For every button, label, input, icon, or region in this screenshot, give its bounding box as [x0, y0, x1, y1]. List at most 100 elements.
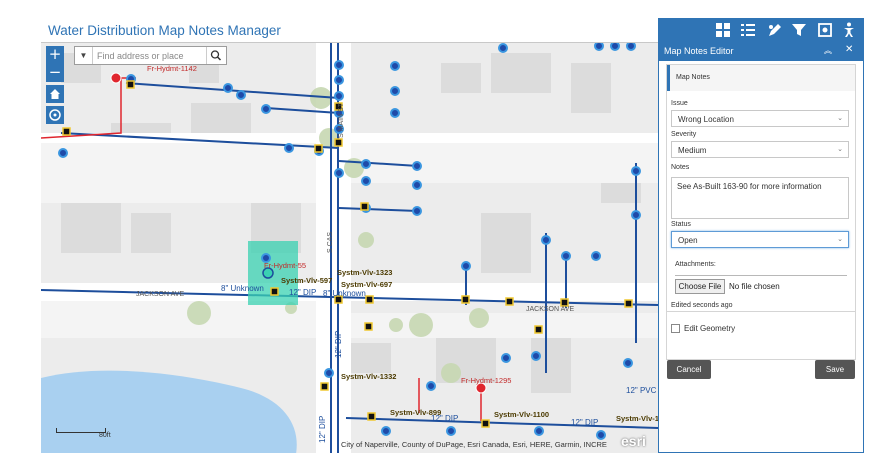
home-button[interactable]	[46, 85, 64, 103]
system-valve[interactable]	[367, 412, 376, 421]
valve[interactable]	[596, 430, 606, 440]
label-hydrant: Fr-Hydmt-1295	[461, 376, 511, 385]
valve[interactable]	[591, 251, 601, 261]
label-pipe: 12" DIP	[289, 288, 316, 297]
notes-textarea[interactable]: See As-Built 163-90 for more information	[671, 177, 849, 219]
system-valve[interactable]	[320, 382, 329, 391]
accessibility-icon[interactable]	[840, 21, 858, 39]
system-valve[interactable]	[461, 295, 470, 304]
valve[interactable]	[236, 90, 246, 100]
hydrant[interactable]	[110, 72, 122, 84]
list-icon[interactable]	[739, 21, 757, 39]
label-street: S MAIN ST	[338, 102, 345, 138]
building	[531, 333, 571, 393]
valve[interactable]	[334, 60, 344, 70]
filter-icon[interactable]	[790, 21, 808, 39]
system-valve[interactable]	[364, 322, 373, 331]
city-block	[41, 143, 316, 203]
map-notes-editor-panel: Map Notes Editor ︽ ✕ Map Notes Issue Wro…	[658, 42, 864, 453]
building	[131, 213, 171, 253]
label-pipe: 12" DIP	[334, 331, 343, 358]
system-valve[interactable]	[314, 144, 323, 153]
valve[interactable]	[381, 426, 391, 436]
valve[interactable]	[334, 91, 344, 101]
locate-icon	[49, 109, 61, 121]
label-pipe: 8" Unknown	[221, 284, 264, 293]
chevron-down-icon: ⌄	[837, 115, 843, 122]
valve[interactable]	[223, 83, 233, 93]
screenshot-icon[interactable]	[816, 21, 834, 39]
search-input[interactable]	[97, 47, 207, 64]
layout-icon[interactable]	[714, 21, 732, 39]
valve[interactable]	[534, 426, 544, 436]
valve[interactable]	[501, 353, 511, 363]
system-valve[interactable]	[334, 138, 343, 147]
tree	[358, 232, 374, 248]
system-valve[interactable]	[62, 127, 71, 136]
valve[interactable]	[498, 43, 508, 53]
valve[interactable]	[261, 104, 271, 114]
valve[interactable]	[626, 43, 636, 51]
search-source-dropdown[interactable]: ▼	[75, 47, 93, 64]
valve[interactable]	[541, 235, 551, 245]
label-valve: Systm-Vlv-10	[616, 414, 658, 423]
valve[interactable]	[324, 368, 334, 378]
locate-button[interactable]	[46, 106, 64, 124]
severity-select[interactable]: Medium ⌄	[671, 141, 849, 158]
system-valve[interactable]	[624, 299, 633, 308]
valve[interactable]	[623, 358, 633, 368]
issue-select[interactable]: Wrong Location ⌄	[671, 110, 849, 127]
valve[interactable]	[610, 43, 620, 51]
valve[interactable]	[390, 86, 400, 96]
map-view[interactable]: Fr-Hydmt-1142 Fr-Hydmt-55 Systm-Vlv-1323…	[41, 42, 658, 453]
app-title: Water Distribution Map Notes Manager	[48, 23, 281, 38]
zoom-out-button[interactable]: −	[46, 64, 64, 82]
status-value: Open	[678, 236, 698, 245]
valve[interactable]	[412, 180, 422, 190]
valve[interactable]	[631, 210, 641, 220]
valve[interactable]	[284, 143, 294, 153]
edit-geometry-checkbox[interactable]	[671, 324, 680, 333]
main-lateral	[125, 82, 340, 99]
valve[interactable]	[426, 381, 436, 391]
map-canvas[interactable]: Fr-Hydmt-1142 Fr-Hydmt-55 Systm-Vlv-1323…	[41, 43, 658, 453]
system-valve[interactable]	[560, 298, 569, 307]
valve[interactable]	[446, 426, 456, 436]
valve[interactable]	[531, 351, 541, 361]
collapse-icon[interactable]: ︽	[824, 45, 832, 56]
valve[interactable]	[461, 261, 471, 271]
edit-icon[interactable]	[766, 21, 784, 39]
zoom-in-button[interactable]: +	[46, 46, 64, 64]
choose-file-button[interactable]: Choose File	[675, 279, 725, 294]
valve[interactable]	[561, 251, 571, 261]
status-select[interactable]: Open ⌄	[671, 231, 849, 248]
close-icon[interactable]: ✕	[845, 44, 853, 55]
severity-label: Severity	[671, 131, 697, 138]
save-button[interactable]: Save	[815, 360, 855, 379]
system-valve[interactable]	[126, 80, 135, 89]
system-valve[interactable]	[360, 202, 369, 211]
valve[interactable]	[334, 75, 344, 85]
chevron-down-icon: ⌄	[837, 146, 843, 153]
system-valve[interactable]	[534, 325, 543, 334]
valve[interactable]	[631, 166, 641, 176]
valve[interactable]	[594, 43, 604, 51]
system-valve[interactable]	[270, 287, 279, 296]
cancel-button[interactable]: Cancel	[667, 360, 711, 379]
system-valve[interactable]	[505, 297, 514, 306]
tree	[409, 313, 433, 337]
valve[interactable]	[58, 148, 68, 158]
search-button[interactable]	[206, 47, 226, 64]
valve[interactable]	[334, 168, 344, 178]
city-block	[351, 143, 658, 183]
app-window: Water Distribution Map Notes Manager Fr-…	[0, 0, 891, 475]
valve[interactable]	[412, 161, 422, 171]
valve[interactable]	[390, 61, 400, 71]
system-valve[interactable]	[481, 419, 490, 428]
valve[interactable]	[412, 206, 422, 216]
valve[interactable]	[390, 108, 400, 118]
file-status: No file chosen	[729, 282, 780, 291]
valve[interactable]	[361, 176, 371, 186]
system-valve[interactable]	[365, 295, 374, 304]
valve[interactable]	[361, 159, 371, 169]
